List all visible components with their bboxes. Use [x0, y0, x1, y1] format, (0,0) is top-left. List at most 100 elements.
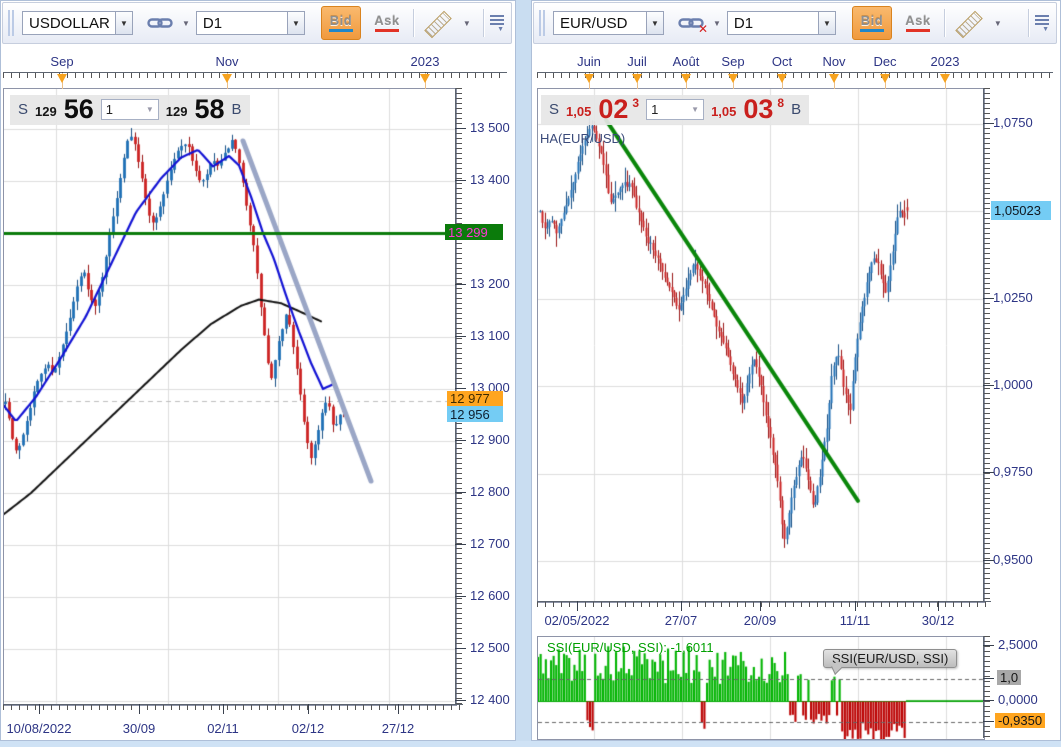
indicator-label-ha: HA(EUR/USD) [540, 131, 625, 146]
bottom-axis-label: 20/09 [718, 613, 802, 628]
chevron-down-icon[interactable]: ▼ [182, 19, 190, 28]
price-axis-label: 1,0750 [993, 115, 1033, 130]
top-axis-label: 2023 [400, 54, 450, 69]
ask-label: Ask [374, 14, 399, 27]
price-axis-major-tick [455, 492, 466, 493]
price-axis-label: 12 700 [470, 536, 510, 551]
bottom-axis-label: 30/12 [896, 613, 980, 628]
ask-price-big[interactable]: 03 [743, 96, 773, 123]
chevron-down-icon[interactable]: ▼ [288, 11, 305, 35]
bottom-axis-label: 02/05/2022 [535, 613, 619, 628]
price-axis-major-tick [455, 180, 466, 181]
ssi-axis-label: 1,0 [997, 670, 1021, 685]
ssi-axis-major-tick [983, 678, 994, 679]
instrument-value[interactable]: EUR/USD [553, 11, 647, 35]
link-broken-icon[interactable]: ✕ [678, 16, 704, 30]
bottom-axis-major-tick [577, 601, 578, 611]
sell-label: S [549, 101, 559, 118]
bid-button[interactable]: Bid [852, 6, 892, 40]
price-axis-major-tick [455, 388, 466, 389]
ssi-axis-major-tick [983, 721, 994, 722]
amount-value: 1 [651, 102, 658, 117]
ssi-title: SSI(EUR/USD, SSI): -1,6011 [547, 640, 714, 655]
toolbar-separator [1028, 9, 1029, 37]
time-marker-icon [728, 74, 738, 83]
ask-price-prefix: 129 [166, 104, 188, 119]
chevron-down-icon[interactable]: ▼ [116, 11, 133, 35]
timeframe-value[interactable]: D1 [727, 11, 819, 35]
price-axis-label: 13 400 [470, 172, 510, 187]
price-axis-label: 1,0250 [993, 290, 1033, 305]
price-axis-major-tick [983, 123, 994, 124]
price-axis-major-tick [455, 700, 466, 701]
price-axis-label: 12 900 [470, 432, 510, 447]
price-ruler [983, 88, 996, 601]
chevron-down-icon[interactable]: ▼ [647, 11, 664, 35]
usdollar-candlestick-chart[interactable] [3, 88, 457, 706]
bottom-axis-label: 02/11 [181, 721, 265, 736]
time-marker-icon [584, 74, 594, 83]
ask-price-prefix: 1,05 [711, 104, 736, 119]
menu-icon[interactable]: ▼ [490, 15, 506, 32]
bid-price-prefix: 1,05 [566, 104, 591, 119]
time-marker-icon [420, 74, 430, 83]
bottom-axis-major-tick [223, 704, 224, 714]
measure-ruler-icon[interactable] [951, 11, 985, 35]
chevron-down-icon[interactable]: ▼ [994, 19, 1002, 28]
toolbar-separator [944, 9, 945, 37]
measure-ruler-icon[interactable] [420, 11, 454, 35]
toolbar-separator [413, 9, 414, 37]
price-axis-label: 13 500 [470, 120, 510, 135]
price-tag: 1,05023 [991, 201, 1051, 220]
chevron-down-icon[interactable]: ▼ [819, 11, 836, 35]
time-marker-icon [777, 74, 787, 83]
price-axis-major-tick [455, 336, 466, 337]
bottom-axis-major-tick [398, 704, 399, 714]
menu-icon[interactable]: ▼ [1035, 15, 1051, 32]
instrument-select-left[interactable]: USDOLLAR ▼ [22, 11, 133, 35]
amount-combo[interactable]: 1 ▼ [101, 99, 159, 120]
top-axis-label: Juin [564, 54, 614, 69]
instrument-select-right[interactable]: EUR/USD ▼ [553, 11, 664, 35]
bid-price-big[interactable]: 56 [64, 96, 94, 123]
chevron-down-icon[interactable]: ▼ [713, 19, 721, 28]
bottom-axis-label: 27/12 [356, 721, 440, 736]
bid-ask-quote-usdollar: S 129 56 1 ▼ 129 58 B [10, 95, 250, 125]
toolbar-right: EUR/USD ▼ ✕ ▼ D1 ▼ Bid Ask ▼ ▼ [533, 2, 1057, 44]
ask-button[interactable]: Ask [367, 7, 407, 39]
toolbar-grip-icon[interactable] [8, 10, 16, 36]
top-axis-label: Août [661, 54, 711, 69]
ask-price-pip: 8 [777, 96, 784, 110]
time-marker-icon [880, 74, 890, 83]
bid-price-big[interactable]: 02 [598, 96, 628, 123]
ssi-legend-box[interactable]: SSI(EUR/USD, SSI) [823, 649, 957, 668]
bid-button[interactable]: Bid [321, 6, 361, 40]
bid-underline [329, 29, 353, 32]
instrument-value[interactable]: USDOLLAR [22, 11, 116, 35]
time-marker-icon [829, 74, 839, 83]
ssi-axis-major-tick [983, 645, 994, 646]
price-axis-label: 12 800 [470, 484, 510, 499]
toolbar-grip-icon[interactable] [539, 10, 547, 36]
price-tag: 12 977 [447, 391, 503, 406]
bid-label: Bid [861, 14, 883, 27]
timeframe-select-right[interactable]: D1 ▼ [727, 11, 836, 35]
price-tag: 12 956 [447, 406, 503, 422]
ask-button[interactable]: Ask [898, 7, 938, 39]
link-icon[interactable] [147, 16, 173, 30]
timeframe-value[interactable]: D1 [196, 11, 288, 35]
time-marker-icon [632, 74, 642, 83]
eurusd-candlestick-chart[interactable] [537, 88, 985, 603]
ssi-axis-label: 2,5000 [998, 637, 1038, 652]
timeframe-select-left[interactable]: D1 ▼ [196, 11, 305, 35]
bid-price-prefix: 129 [35, 104, 57, 119]
ssi-axis-label: 0,0000 [998, 692, 1038, 707]
chevron-down-icon[interactable]: ▼ [463, 19, 471, 28]
bottom-axis-label: 30/09 [97, 721, 181, 736]
bid-price-pip: 3 [632, 96, 639, 110]
bottom-axis-label: 10/08/2022 [0, 721, 81, 736]
price-axis-label: 13 200 [470, 276, 510, 291]
chevron-down-icon: ▼ [691, 105, 699, 114]
amount-combo[interactable]: 1 ▼ [646, 99, 704, 120]
ask-price-big[interactable]: 58 [194, 96, 224, 123]
